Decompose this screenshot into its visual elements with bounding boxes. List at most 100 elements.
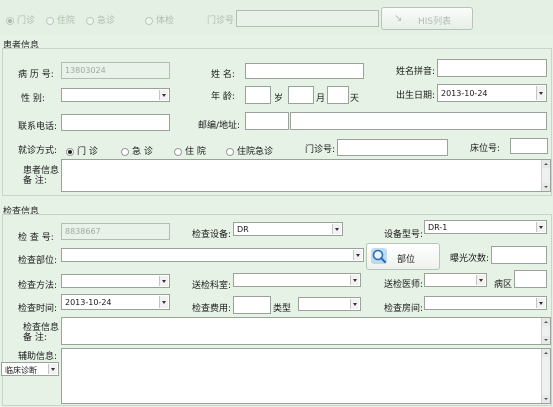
aux-scrollbar[interactable] (541, 349, 550, 403)
type-label: 类型 (273, 304, 292, 314)
visit-radio-emergency[interactable]: 急 诊 (121, 144, 153, 157)
device-model-label: 设备型号: (384, 230, 424, 240)
visit-radio-inpatient[interactable]: 住 院 (174, 144, 206, 157)
chevron-down-icon (476, 275, 485, 285)
age-months-input[interactable] (288, 86, 314, 104)
exposure-input[interactable] (491, 246, 547, 264)
visit-radio-inpatient-emergency[interactable]: 住院急诊 (226, 144, 273, 157)
outpatient-no-label: 门诊号: (305, 145, 336, 155)
exposure-label: 曝光次数: (450, 254, 490, 264)
doctor-select[interactable] (424, 273, 487, 287)
aux-type-select[interactable]: 临床诊断 (1, 362, 59, 376)
his-list-icon: ↘ (394, 13, 403, 24)
aux-label: 辅助信息: (18, 352, 58, 362)
room-label: 检查房间: (384, 304, 424, 314)
chevron-down-icon (159, 90, 168, 100)
dept-label: 送检科室: (192, 281, 232, 291)
address-label: 邮编/地址: (198, 121, 241, 131)
record-no-label: 病 历 号: (18, 70, 54, 80)
method-label: 检查方法: (18, 281, 58, 291)
chevron-down-icon (350, 299, 359, 309)
room-select[interactable] (424, 296, 547, 310)
method-select[interactable] (61, 274, 170, 288)
radio-icon (145, 16, 153, 25)
radio-icon (174, 147, 182, 156)
address-input[interactable] (290, 112, 547, 130)
birthdate-label: 出生日期: (396, 91, 436, 101)
gender-label: 性 别: (21, 94, 45, 104)
radio-emergency-top[interactable]: 急诊 (86, 13, 115, 26)
chevron-down-icon (48, 364, 57, 374)
type-select[interactable] (298, 297, 361, 311)
scroll-up-icon[interactable] (542, 318, 550, 326)
record-no-input[interactable]: 13803024 (61, 62, 170, 79)
name-input[interactable] (245, 63, 364, 79)
time-label: 检查时间: (18, 304, 58, 314)
chevron-down-icon (159, 276, 168, 286)
aux-textarea[interactable] (61, 348, 551, 404)
patient-remark-textarea[interactable] (61, 159, 551, 192)
radio-outpatient-top[interactable]: 门诊 (6, 13, 35, 26)
chevron-down-icon (159, 296, 168, 308)
device-select[interactable]: DR (233, 222, 343, 236)
device-model-select[interactable]: DR-1 (424, 220, 547, 234)
pinyin-input[interactable] (437, 59, 547, 77)
exam-remark-label-2: 备 注: (23, 333, 47, 343)
ward-input[interactable] (514, 270, 547, 288)
name-label: 姓 名: (211, 70, 235, 80)
dept-select[interactable] (233, 273, 361, 287)
age-years-unit: 岁 (274, 94, 284, 104)
outpatient-no-input[interactable] (337, 139, 448, 156)
chevron-down-icon (536, 86, 545, 100)
scroll-down-icon[interactable] (542, 336, 550, 344)
age-days-unit: 天 (350, 94, 360, 104)
exam-remark-textarea[interactable] (61, 317, 551, 345)
radio-icon (46, 16, 54, 25)
chevron-down-icon (350, 275, 359, 285)
outpatient-no-top-label: 门诊号 (207, 16, 235, 26)
time-picker[interactable]: 2013-10-24 (61, 294, 170, 310)
chevron-down-icon (536, 298, 545, 308)
phone-input[interactable] (61, 114, 170, 131)
exam-no-label: 检 查 号: (18, 233, 54, 243)
pinyin-label: 姓名拼音: (396, 67, 436, 77)
scroll-up-icon[interactable] (542, 160, 550, 168)
fee-input[interactable] (233, 296, 271, 314)
his-list-button[interactable]: ↘ HIS列表 (381, 7, 473, 30)
part-button[interactable]: 部位 (366, 243, 440, 270)
chevron-down-icon (353, 250, 362, 260)
scroll-down-icon[interactable] (542, 395, 550, 403)
age-years-input[interactable] (245, 86, 271, 104)
age-days-input[interactable] (327, 86, 349, 104)
radio-inpatient-top[interactable]: 住院 (46, 13, 75, 26)
bed-no-label: 床位号: (470, 144, 501, 154)
doctor-label: 送检医师: (384, 280, 424, 290)
part-select[interactable] (61, 248, 364, 262)
radio-icon (226, 147, 234, 156)
radio-icon (86, 16, 94, 25)
bed-no-input[interactable] (510, 138, 548, 154)
exam-no-input[interactable]: 8838667 (61, 223, 170, 240)
radio-icon (121, 147, 129, 156)
radio-icon (66, 147, 74, 156)
chevron-down-icon (332, 224, 341, 234)
radio-checkup-top[interactable]: 体检 (145, 13, 174, 26)
gender-select[interactable] (61, 88, 170, 102)
visit-radio-outpatient[interactable]: 门 诊 (66, 144, 98, 157)
postcode-input[interactable] (245, 112, 289, 130)
ward-label: 病区 (494, 280, 513, 290)
visit-type-label: 就诊方式: (18, 146, 58, 156)
birthdate-picker[interactable]: 2013-10-24 (437, 84, 547, 102)
device-label: 检查设备: (192, 230, 232, 240)
part-label: 检查部位: (18, 256, 58, 266)
outpatient-no-top-input[interactable] (236, 10, 379, 27)
exam-remark-scrollbar[interactable] (541, 318, 550, 344)
scroll-up-icon[interactable] (542, 349, 550, 357)
age-label: 年 龄: (211, 92, 235, 102)
magnifier-icon (370, 247, 388, 265)
age-months-unit: 月 (316, 94, 326, 104)
patient-remark-scrollbar[interactable] (541, 160, 550, 191)
scroll-down-icon[interactable] (542, 183, 550, 191)
patient-remark-label-2: 备 注: (23, 176, 47, 186)
radio-icon (6, 16, 14, 25)
